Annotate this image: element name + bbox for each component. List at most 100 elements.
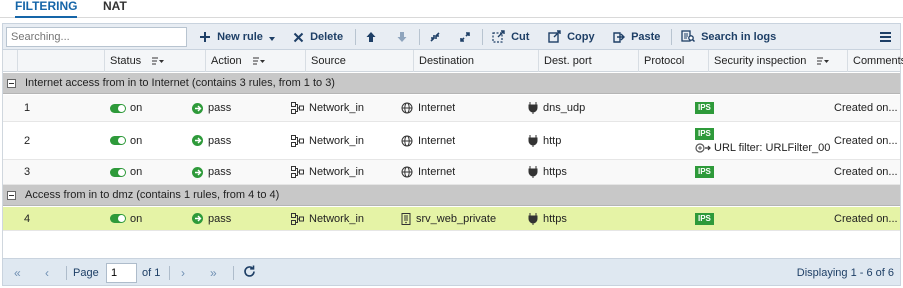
collapse-toggle-icon[interactable] — [7, 191, 16, 200]
sort-filter-icon[interactable] — [252, 57, 265, 66]
toolbar-divider — [482, 29, 483, 45]
ips-badge: IPS — [695, 127, 714, 140]
dest-port-cell[interactable]: http — [528, 122, 561, 159]
sort-filter-icon[interactable] — [152, 57, 165, 66]
move-up-button[interactable] — [365, 28, 377, 46]
cut-button[interactable]: Cut — [492, 28, 529, 46]
action-cell[interactable]: pass — [192, 160, 231, 184]
search-input[interactable] — [6, 27, 187, 47]
tab-filtering[interactable]: FILTERING — [15, 0, 78, 18]
grid-header: Status Action Source Destination Dest. p… — [3, 50, 903, 72]
table-row[interactable]: 2 on pass Network_in Internet http IPS U… — [3, 122, 900, 160]
security-cell[interactable]: IPS — [695, 207, 714, 230]
pager-divider — [169, 266, 170, 280]
destination-cell[interactable]: srv_web_private — [401, 207, 496, 230]
pass-arrow-icon — [192, 102, 203, 114]
search-in-logs-label: Search in logs — [701, 31, 777, 43]
copy-button[interactable]: Copy — [548, 28, 595, 46]
action-cell[interactable]: pass — [192, 207, 231, 230]
search-in-logs-button[interactable]: Search in logs — [681, 28, 776, 46]
status-cell[interactable]: on — [110, 207, 142, 230]
action-cell[interactable]: pass — [192, 122, 231, 159]
caret-down-icon — [268, 37, 275, 41]
expand-all-button[interactable] — [459, 28, 471, 46]
toggle-on-icon[interactable] — [110, 103, 126, 113]
status-cell[interactable]: on — [110, 160, 142, 184]
header-protocol[interactable]: Protocol — [639, 50, 709, 72]
last-page-icon[interactable]: » — [210, 266, 217, 280]
destination-cell[interactable]: Internet — [401, 95, 455, 121]
destination-cell[interactable]: Internet — [401, 160, 455, 184]
header-comments[interactable]: Comments — [848, 50, 903, 72]
status-text: on — [130, 102, 143, 114]
paste-button[interactable]: Paste — [612, 28, 660, 46]
source-text: Network_in — [309, 102, 365, 114]
action-cell[interactable]: pass — [192, 95, 231, 121]
header-destination[interactable]: Destination — [414, 50, 539, 72]
sort-filter-icon[interactable] — [817, 57, 830, 66]
url-filter-icon — [695, 142, 711, 153]
delete-label: Delete — [310, 31, 344, 43]
toggle-on-icon[interactable] — [110, 167, 126, 177]
destination-cell[interactable]: Internet — [401, 122, 455, 159]
refresh-button[interactable] — [243, 265, 256, 279]
header-action[interactable]: Action — [206, 50, 306, 72]
globe-icon — [401, 102, 413, 114]
rules-grid: Status Action Source Destination Dest. p… — [2, 50, 903, 258]
source-cell[interactable]: Network_in — [291, 122, 364, 159]
status-cell[interactable]: on — [110, 122, 142, 159]
next-page-icon[interactable]: › — [181, 266, 185, 280]
comment-cell[interactable]: Created on... — [834, 160, 898, 184]
dest-port-cell[interactable]: https — [528, 207, 567, 230]
table-row[interactable]: 4 on pass Network_in srv_web_private htt… — [3, 207, 900, 231]
header-source[interactable]: Source — [306, 50, 414, 72]
dest-port-cell[interactable]: dns_udp — [528, 95, 585, 121]
dest-port-cell[interactable]: https — [528, 160, 567, 184]
status-cell[interactable]: on — [110, 95, 142, 121]
header-action-label: Action — [211, 55, 242, 67]
source-cell[interactable]: Network_in — [291, 95, 364, 121]
toggle-on-icon[interactable] — [110, 214, 126, 223]
comment-cell[interactable]: Created on... — [834, 207, 898, 230]
pass-arrow-icon — [192, 213, 203, 224]
copy-label: Copy — [567, 31, 595, 43]
ips-badge: IPS — [695, 102, 714, 114]
rule-group[interactable]: Access from in to dmz (contains 1 rules,… — [3, 185, 900, 206]
new-rule-button[interactable]: New rule — [199, 28, 276, 46]
network-icon — [291, 212, 304, 225]
pager-divider — [233, 266, 234, 280]
menu-button[interactable] — [879, 28, 892, 46]
rule-group[interactable]: Internet access from in to Internet (con… — [3, 73, 900, 94]
header-status[interactable]: Status — [105, 50, 206, 72]
security-cell[interactable]: IPS — [695, 95, 714, 121]
plug-icon — [528, 134, 538, 147]
security-cell[interactable]: IPS URL filter: URLFilter_00 — [695, 122, 830, 159]
page-number-input[interactable] — [106, 263, 137, 283]
first-page-icon[interactable]: « — [14, 266, 21, 280]
header-security-inspection[interactable]: Security inspection — [709, 50, 848, 72]
table-row[interactable]: 3 on pass Network_in Internet https IPS … — [3, 160, 900, 185]
server-icon — [401, 212, 411, 225]
header-security-label: Security inspection — [714, 55, 807, 67]
comment-cell[interactable]: Created on... — [834, 122, 898, 159]
collapse-toggle-icon[interactable] — [7, 79, 16, 88]
delete-button[interactable]: Delete — [293, 28, 343, 46]
network-icon — [291, 134, 304, 147]
collapse-all-button[interactable] — [429, 28, 441, 46]
source-cell[interactable]: Network_in — [291, 160, 364, 184]
security-cell[interactable]: IPS — [695, 160, 714, 184]
source-cell[interactable]: Network_in — [291, 207, 364, 230]
header-number — [18, 50, 105, 72]
previous-page-icon[interactable]: ‹ — [45, 266, 49, 280]
source-text: Network_in — [309, 134, 365, 147]
log-search-icon — [681, 30, 696, 43]
move-down-button[interactable] — [396, 28, 408, 46]
table-row[interactable]: 1 on pass Network_in Internet dns_udp IP… — [3, 95, 900, 122]
header-dest-port[interactable]: Dest. port — [539, 50, 639, 72]
collapse-icon — [430, 32, 440, 42]
destination-text: srv_web_private — [416, 212, 497, 225]
comment-cell[interactable]: Created on... — [834, 95, 898, 121]
toggle-on-icon[interactable] — [110, 136, 126, 145]
tab-nat[interactable]: NAT — [103, 0, 127, 18]
action-text: pass — [208, 102, 232, 114]
